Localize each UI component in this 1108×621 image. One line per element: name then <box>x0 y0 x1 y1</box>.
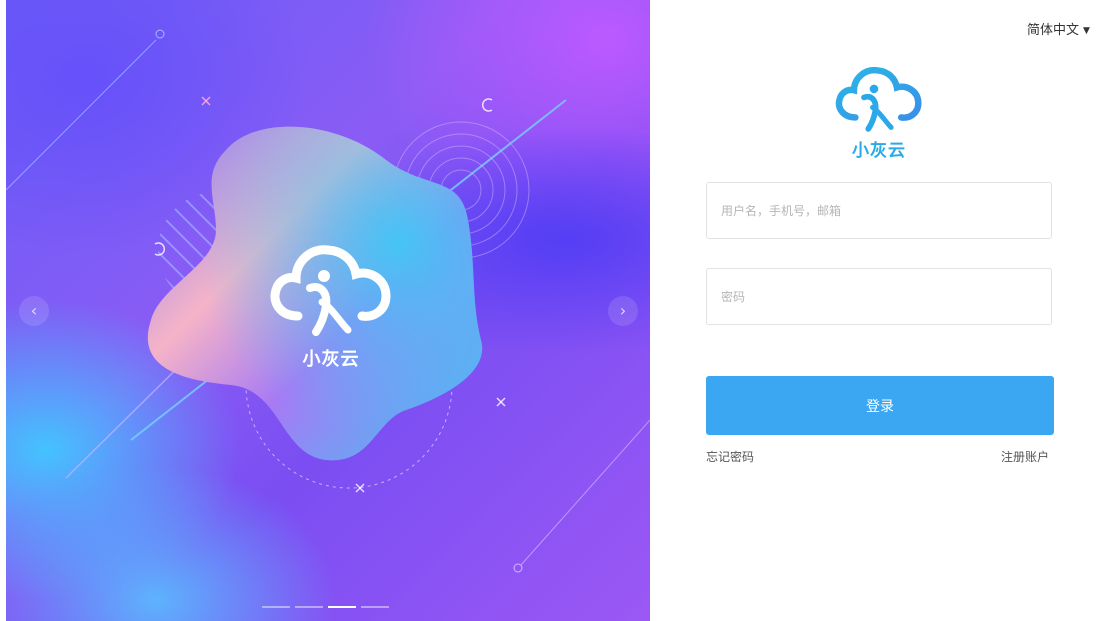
hero-carousel: 小灰云 ‹ › <box>6 0 650 621</box>
brand-cloud-logo-icon <box>835 67 922 132</box>
password-input[interactable] <box>707 269 1051 324</box>
forgot-password-link[interactable]: 忘记密码 <box>706 448 754 465</box>
carousel-indicator[interactable] <box>361 606 389 608</box>
language-selector[interactable]: 简体中文 ▼ <box>1027 19 1090 38</box>
cloud-logo-icon <box>270 245 391 336</box>
carousel-indicator-active[interactable] <box>328 606 356 608</box>
brand-name: 小灰云 <box>852 141 906 161</box>
carousel-indicators <box>262 606 389 608</box>
password-field <box>706 268 1052 325</box>
carousel-indicator[interactable] <box>295 606 323 608</box>
language-label: 简体中文 <box>1027 23 1080 38</box>
slide-logo-text: 小灰云 <box>302 349 360 370</box>
register-account-link[interactable]: 注册账户 <box>1001 448 1049 465</box>
carousel-indicator[interactable] <box>262 606 290 608</box>
username-field <box>706 182 1052 239</box>
carousel-prev-button[interactable]: ‹ <box>19 296 49 326</box>
chevron-down-icon: ▼ <box>1083 26 1090 36</box>
username-input[interactable] <box>707 183 1051 238</box>
carousel-next-button[interactable]: › <box>608 296 638 326</box>
login-button[interactable]: 登录 <box>706 376 1054 435</box>
